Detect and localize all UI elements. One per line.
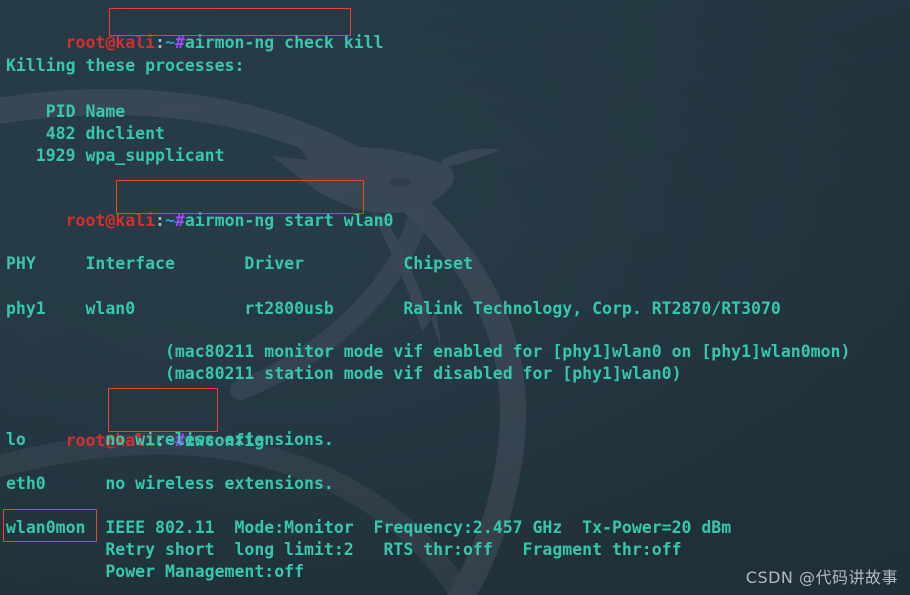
prompt-separator: : bbox=[155, 211, 165, 230]
terminal-line-prompt: root@kali:~#airmon-ng start wlan0 bbox=[6, 186, 394, 230]
iwconfig-wlan0mon-power: Power Management:off bbox=[6, 562, 305, 581]
iwconfig-eth0-entry: eth0 no wireless extensions. bbox=[6, 474, 334, 493]
terminal-line-prompt: root@kali:~#iwconfig bbox=[6, 406, 265, 450]
prompt-path: ~ bbox=[164, 211, 175, 230]
mac80211-monitor-message: (mac80211 monitor mode vif enabled for [… bbox=[6, 342, 851, 361]
terminal-line-prompt: root@kali:~#airmon-ng check kill bbox=[6, 8, 384, 52]
iwconfig-lo-entry: lo no wireless extensions. bbox=[6, 430, 334, 449]
terminal-window[interactable]: root@kali:~#airmon-ng check kill Killing… bbox=[0, 0, 910, 595]
csdn-watermark: CSDN @代码讲故事 bbox=[745, 568, 898, 587]
process-table-row: 1929 wpa_supplicant bbox=[6, 146, 225, 165]
mac80211-station-message: (mac80211 station mode vif disabled for … bbox=[6, 364, 682, 383]
prompt-user-host: root@kali bbox=[65, 33, 156, 52]
prompt-user-host: root@kali bbox=[65, 211, 156, 230]
terminal-output-area: root@kali:~#airmon-ng check kill Killing… bbox=[0, 0, 910, 595]
prompt-separator: : bbox=[155, 33, 165, 52]
iwconfig-wlan0mon-retry: Retry short long limit:2 RTS thr:off Fra… bbox=[6, 540, 682, 559]
interface-table-header: PHY Interface Driver Chipset bbox=[6, 254, 473, 273]
process-table-header: PID Name bbox=[6, 102, 126, 121]
command-text: airmon-ng check kill bbox=[184, 33, 384, 52]
terminal-line-output: Killing these processes: bbox=[6, 56, 245, 75]
prompt-path: ~ bbox=[164, 33, 175, 52]
iwconfig-wlan0mon-entry: wlan0mon IEEE 802.11 Mode:Monitor Freque… bbox=[6, 518, 732, 537]
process-table-row: 482 dhclient bbox=[6, 124, 165, 143]
command-text: airmon-ng start wlan0 bbox=[184, 211, 394, 230]
interface-table-row: phy1 wlan0 rt2800usb Ralink Technology, … bbox=[6, 299, 781, 318]
prompt-symbol: # bbox=[174, 211, 185, 230]
prompt-symbol: # bbox=[174, 33, 185, 52]
